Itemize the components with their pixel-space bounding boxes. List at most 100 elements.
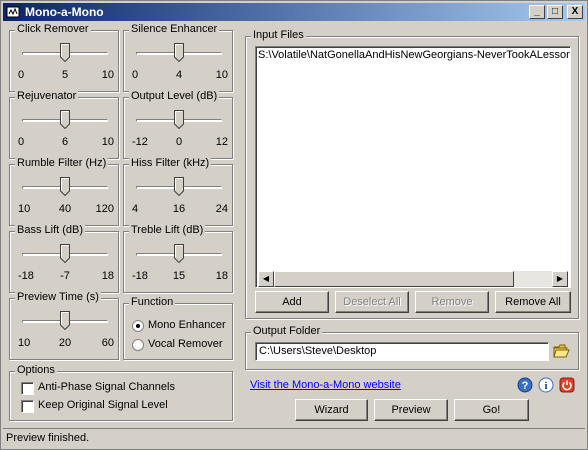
deselect-all-button[interactable]: Deselect All [335, 291, 409, 313]
horizontal-scrollbar[interactable]: ◀ ▶ [258, 271, 568, 287]
svg-text:?: ? [522, 380, 529, 392]
hiss-filter-tick-label: 24 [215, 203, 228, 215]
vocal-remover-label[interactable]: Vocal Remover [148, 338, 223, 350]
click-remover-label: Click Remover [15, 23, 91, 35]
hiss-filter-label: Hiss Filter (kHz) [129, 157, 212, 169]
app-icon [6, 6, 20, 18]
hiss-filter-slider-thumb[interactable] [174, 177, 184, 196]
bass-lift-slider-thumb[interactable] [60, 244, 70, 263]
silence-enhancer-tick-label: 4 [175, 69, 183, 81]
rumble-filter-label: Rumble Filter (Hz) [15, 157, 109, 169]
click-remover-group: Click Remover 0 5 10 [9, 23, 119, 92]
output-level-slider-thumb[interactable] [174, 110, 184, 129]
rejuvenator-tick-label: 0 [18, 136, 25, 148]
keep-original-label[interactable]: Keep Original Signal Level [38, 399, 168, 411]
rejuvenator-tick-label: 6 [61, 136, 69, 148]
app-window: Mono-a-Mono _ □ X Click Remover 0 5 10 Silen… [0, 0, 588, 450]
add-button[interactable]: Add [255, 291, 329, 313]
function-label: Function [129, 296, 176, 308]
preview-time-tick-label: 60 [101, 337, 114, 349]
rumble-filter-tick-label: 40 [58, 203, 72, 215]
silence-enhancer-tick-label: 0 [132, 69, 139, 81]
click-remover-slider-thumb[interactable] [60, 43, 70, 62]
maximize-button[interactable]: □ [547, 5, 563, 19]
scroll-right-icon[interactable]: ▶ [552, 271, 568, 287]
scroll-left-icon[interactable]: ◀ [258, 271, 274, 287]
scrollbar-thumb[interactable] [274, 271, 514, 287]
radio-selected-dot [136, 324, 140, 328]
treble-lift-tick-label: 15 [172, 270, 186, 282]
rejuvenator-label: Rejuvenator [15, 90, 79, 102]
mono-enhancer-radio[interactable] [132, 320, 144, 332]
rejuvenator-slider-thumb[interactable] [60, 110, 70, 129]
rejuvenator-tick-label: 10 [101, 136, 114, 148]
website-link[interactable]: Visit the Mono-a-Mono website [250, 379, 401, 391]
status-bar: Preview finished. [3, 428, 585, 447]
preview-time-slider-thumb[interactable] [60, 311, 70, 330]
output-level-group: Output Level (dB) -12 0 12 [123, 90, 233, 159]
function-group: Function Mono Enhancer Vocal Remover [123, 296, 233, 360]
window-title: Mono-a-Mono [25, 5, 104, 19]
output-folder-group: Output Folder C:\Users\Steve\Desktop [245, 325, 579, 370]
treble-lift-tick-label: -18 [132, 270, 148, 282]
output-folder-label: Output Folder [251, 325, 323, 337]
options-label: Options [15, 364, 57, 376]
close-button[interactable]: X [567, 5, 583, 19]
treble-lift-group: Treble Lift (dB) -18 15 18 [123, 224, 233, 293]
title-bar: Mono-a-Mono _ □ X [3, 3, 585, 21]
treble-lift-tick-label: 18 [215, 270, 228, 282]
preview-time-tick-label: 20 [58, 337, 72, 349]
list-item[interactable]: S:\Volatile\NatGonellaAndHisNewGeorgians… [258, 49, 570, 61]
silence-enhancer-group: Silence Enhancer 0 4 10 [123, 23, 233, 92]
rumble-filter-tick-label: 10 [18, 203, 31, 215]
preview-time-label: Preview Time (s) [15, 291, 101, 303]
treble-lift-label: Treble Lift (dB) [129, 224, 206, 236]
input-files-label: Input Files [251, 29, 306, 41]
output-level-tick-label: -12 [132, 136, 148, 148]
rumble-filter-tick-label: 120 [95, 203, 114, 215]
silence-enhancer-label: Silence Enhancer [129, 23, 220, 35]
wizard-button[interactable]: Wizard [295, 399, 368, 421]
remove-button[interactable]: Remove [415, 291, 489, 313]
info-icon[interactable]: i [538, 377, 554, 393]
preview-time-group: Preview Time (s) 10 20 60 [9, 291, 119, 360]
go-button[interactable]: Go! [454, 399, 529, 421]
bass-lift-tick-label: -7 [60, 270, 70, 282]
treble-lift-slider-thumb[interactable] [174, 244, 184, 263]
output-level-tick-label: 0 [175, 136, 183, 148]
vocal-remover-radio[interactable] [132, 339, 144, 351]
input-files-group: Input Files S:\Volatile\NatGonellaAndHis… [245, 29, 579, 319]
click-remover-tick-label: 10 [101, 69, 114, 81]
minimize-button[interactable]: _ [529, 5, 545, 19]
output-folder-input[interactable]: C:\Users\Steve\Desktop [255, 342, 549, 361]
keep-original-checkbox[interactable] [21, 400, 34, 413]
status-text: Preview finished. [6, 432, 90, 444]
bass-lift-label: Bass Lift (dB) [15, 224, 86, 236]
output-level-tick-label: 12 [215, 136, 228, 148]
anti-phase-checkbox[interactable] [21, 382, 34, 395]
power-icon[interactable] [559, 377, 575, 393]
input-files-list[interactable]: S:\Volatile\NatGonellaAndHisNewGeorgians… [255, 46, 571, 288]
rumble-filter-group: Rumble Filter (Hz) 10 40 120 [9, 157, 119, 226]
silence-enhancer-slider-thumb[interactable] [174, 43, 184, 62]
folder-icon[interactable] [553, 343, 571, 359]
anti-phase-label[interactable]: Anti-Phase Signal Channels [38, 381, 175, 393]
rumble-filter-slider-thumb[interactable] [60, 177, 70, 196]
hiss-filter-tick-label: 4 [132, 203, 139, 215]
click-remover-tick-label: 5 [61, 69, 69, 81]
preview-time-tick-label: 10 [18, 337, 31, 349]
bass-lift-tick-label: 18 [101, 270, 114, 282]
remove-all-button[interactable]: Remove All [495, 291, 571, 313]
output-level-label: Output Level (dB) [129, 90, 220, 102]
click-remover-tick-label: 0 [18, 69, 25, 81]
mono-enhancer-label[interactable]: Mono Enhancer [148, 319, 226, 331]
preview-button[interactable]: Preview [374, 399, 448, 421]
hiss-filter-group: Hiss Filter (kHz) 4 16 24 [123, 157, 233, 226]
bass-lift-tick-label: -18 [18, 270, 34, 282]
rejuvenator-group: Rejuvenator 0 6 10 [9, 90, 119, 159]
silence-enhancer-tick-label: 10 [215, 69, 228, 81]
options-group: Options Anti-Phase Signal Channels Keep … [9, 364, 233, 421]
help-icon[interactable]: ? [517, 377, 533, 393]
svg-text:i: i [544, 380, 547, 392]
bass-lift-group: Bass Lift (dB) -18 -7 18 [9, 224, 119, 293]
